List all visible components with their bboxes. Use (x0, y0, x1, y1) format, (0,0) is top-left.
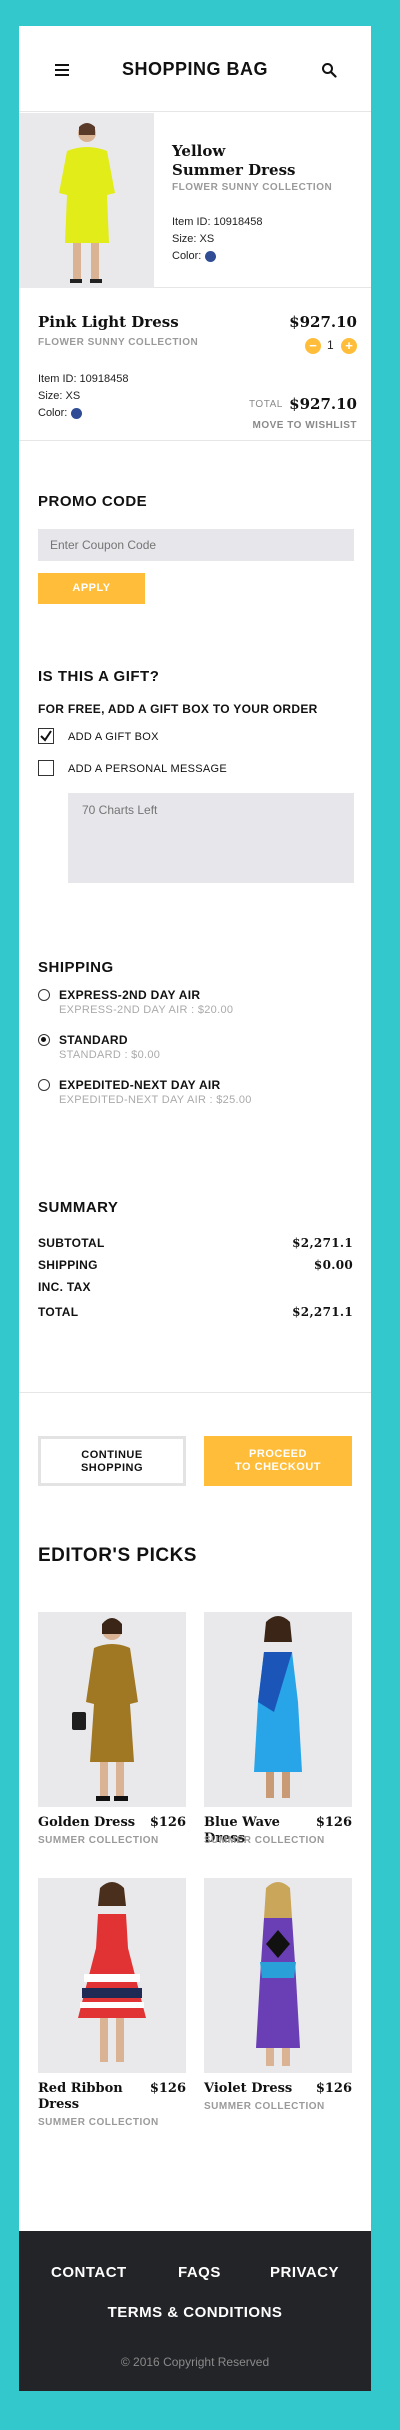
shipping-option-expedited-radio[interactable] (38, 1079, 50, 1091)
product-price: $126 (315, 2081, 352, 2096)
product-collection: SUMMER COLLECTION (38, 2117, 159, 2128)
check-icon (40, 730, 52, 742)
shipping-option-price: STANDARD : $0.00 (59, 1049, 161, 1061)
product-card[interactable]: Blue Wave Dress $126 SUMMER COLLECTION (204, 1612, 352, 1846)
shipping-option-title: EXPRESS-2ND DAY AIR (59, 988, 201, 1002)
shopping-bag-page: SHOPPING BAG Yellow Summer Dress FLOWER … (19, 26, 371, 2391)
decrease-quantity-button[interactable]: − (305, 338, 321, 354)
product-collection: SUMMER COLLECTION (38, 1835, 159, 1846)
item-total: $927.10 (289, 395, 357, 413)
product-name: Golden Dress (38, 1815, 136, 1830)
continue-shopping-button[interactable]: CONTINUE SHOPPING (38, 1436, 186, 1486)
shipping-option-price: EXPEDITED-NEXT DAY AIR : $25.00 (59, 1094, 252, 1106)
product-image[interactable] (204, 1612, 352, 1807)
gift-box-checkbox[interactable] (38, 728, 54, 744)
total-value: $2,271.1 (292, 1305, 353, 1319)
color-swatch (205, 250, 217, 262)
move-to-wishlist-link[interactable]: MOVE TO WISHLIST (253, 420, 357, 431)
product-price: $126 (315, 1815, 352, 1830)
item-color: Color: (172, 248, 263, 265)
item-details: Item ID: 10918458 Size: XS Color: (172, 214, 263, 265)
summary-title: SUMMARY (38, 1199, 119, 1216)
item-size: Size: XS (38, 390, 81, 402)
copyright: © 2016 Copyright Reserved (120, 2355, 270, 2369)
divider (19, 1392, 371, 1393)
apply-button[interactable]: APPLY (38, 573, 145, 604)
product-image[interactable] (204, 1878, 352, 2073)
gift-subtitle: FOR FREE, ADD A GIFT BOX TO YOUR ORDER (38, 702, 318, 716)
cart-item: Yellow Summer Dress FLOWER SUNNY COLLECT… (19, 113, 371, 288)
item-collection: FLOWER SUNNY COLLECTION (172, 182, 333, 193)
subtotal-value: $2,271.1 (292, 1236, 353, 1250)
color-swatch (71, 407, 83, 419)
shipping-value: $0.00 (313, 1258, 353, 1272)
footer: CONTACT FAQS PRIVACY TERMS & CONDITIONS … (19, 2231, 371, 2391)
total-row: TOTAL $2,271.1 (38, 1305, 353, 1319)
product-card[interactable]: Red Ribbon Dress $126 SUMMER COLLECTION (38, 1878, 186, 2128)
item-name: Pink Light Dress (38, 313, 179, 331)
editors-picks-title: EDITOR'S PICKS (38, 1545, 197, 1566)
promo-title: PROMO CODE (38, 493, 148, 510)
personal-message-label: ADD A PERSONAL MESSAGE (68, 763, 228, 775)
item-collection: FLOWER SUNNY COLLECTION (38, 337, 199, 348)
tax-row: INC. TAX (38, 1280, 91, 1294)
personal-message-field[interactable] (68, 793, 354, 883)
coupon-input[interactable] (38, 529, 354, 561)
item-id: Item ID: 10918458 (172, 216, 263, 228)
item-size: Size: XS (172, 233, 215, 245)
item-id: Item ID: 10918458 (38, 373, 129, 385)
personal-message-checkbox[interactable] (38, 760, 54, 776)
product-card[interactable]: Golden Dress $126 SUMMER COLLECTION (38, 1612, 186, 1846)
quantity-stepper[interactable]: − 1 + (305, 337, 357, 355)
product-name: Red Ribbon Dress (38, 2081, 123, 2112)
shipping-option-title: EXPEDITED-NEXT DAY AIR (59, 1078, 221, 1092)
product-image[interactable] (38, 1612, 186, 1807)
product-card[interactable]: Violet Dress $126 SUMMER COLLECTION (204, 1878, 352, 2112)
quantity-value: 1 (327, 338, 334, 352)
page-title: SHOPPING BAG (121, 59, 269, 79)
product-name: Violet Dress (204, 2081, 293, 2096)
header: SHOPPING BAG (19, 26, 371, 112)
footer-link-contact[interactable]: CONTACT (51, 2264, 127, 2281)
footer-link-faqs[interactable]: FAQS (178, 2264, 221, 2281)
shipping-option-express-radio[interactable] (38, 989, 50, 1001)
product-price: $126 (149, 1815, 186, 1830)
gift-box-label: ADD A GIFT BOX (68, 731, 159, 743)
footer-link-privacy[interactable]: PRIVACY (270, 2264, 339, 2281)
shipping-option-standard-radio[interactable] (38, 1034, 50, 1046)
product-collection: SUMMER COLLECTION (204, 1835, 325, 1846)
increase-quantity-button[interactable]: + (341, 338, 357, 354)
shipping-option-price: EXPRESS-2ND DAY AIR : $20.00 (59, 1004, 234, 1016)
product-price: $126 (149, 2081, 186, 2096)
item-price: $927.10 (289, 313, 357, 331)
shipping-row: SHIPPING $0.00 (38, 1258, 353, 1272)
cart-item: Pink Light Dress FLOWER SUNNY COLLECTION… (19, 289, 371, 441)
item-details: Item ID: 10918458 Size: XS Color: (38, 371, 129, 422)
product-image[interactable] (38, 1878, 186, 2073)
shipping-title: SHIPPING (38, 959, 114, 976)
product-collection: SUMMER COLLECTION (204, 2101, 325, 2112)
product-image[interactable] (19, 113, 154, 288)
gift-title: IS THIS A GIFT? (38, 668, 160, 685)
proceed-to-checkout-button[interactable]: PROCEED TO CHECKOUT (204, 1436, 352, 1486)
shipping-option-title: STANDARD (59, 1033, 128, 1047)
search-icon[interactable] (321, 62, 337, 78)
footer-link-terms[interactable]: TERMS & CONDITIONS (19, 2304, 371, 2321)
subtotal-row: SUBTOTAL $2,271.1 (38, 1236, 353, 1250)
item-color: Color: (38, 405, 129, 422)
total-label: TOTAL (249, 399, 283, 410)
item-name: Yellow Summer Dress (172, 142, 296, 179)
